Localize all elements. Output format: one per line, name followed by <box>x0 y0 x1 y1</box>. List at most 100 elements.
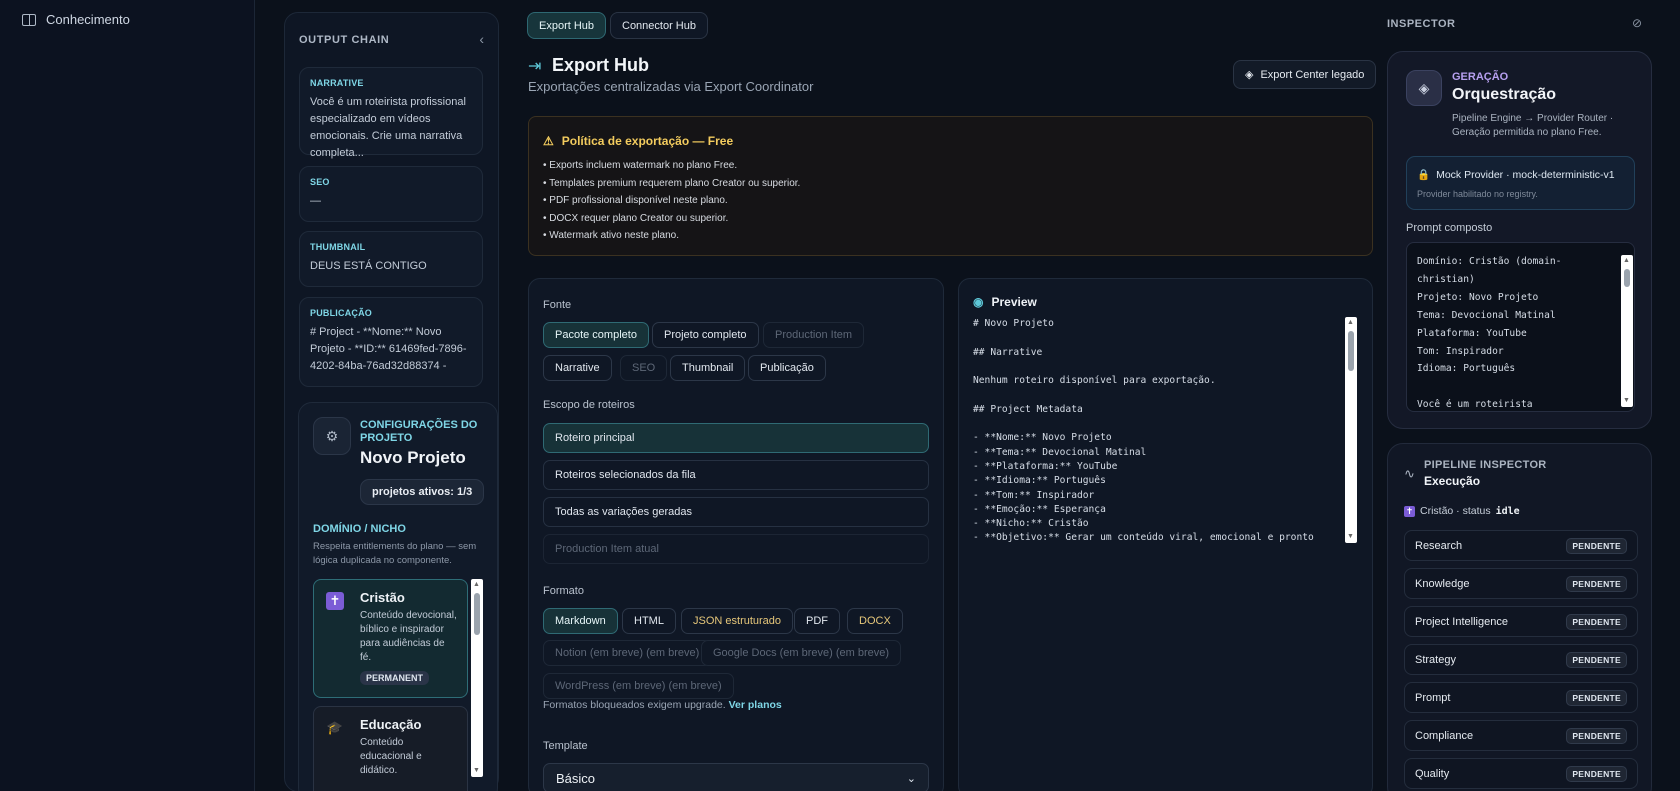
chain-card-seo[interactable]: SEO — <box>299 166 483 222</box>
domain-title: Educação <box>360 717 422 732</box>
activity-icon: ∿ <box>1404 466 1415 481</box>
formato-chip-pdf[interactable]: PDF <box>794 608 840 634</box>
stage-status-badge: PENDENTE <box>1566 689 1627 706</box>
fonte-chip-pacote-completo[interactable]: Pacote completo <box>543 322 649 348</box>
fonte-chip-thumbnail[interactable]: Thumbnail <box>670 355 746 381</box>
chevron-down-icon: ⌄ <box>906 772 916 785</box>
formato-label: Formato <box>543 585 584 597</box>
collapse-chevron-icon[interactable]: ‹ <box>479 31 484 47</box>
tab-export-hub[interactable]: Export Hub <box>527 12 607 39</box>
preview-content: # Novo Projeto ## Narrative Nenhum rotei… <box>973 318 1314 542</box>
legacy-button-label: Export Center legado <box>1260 68 1365 81</box>
stage-status-badge: PENDENTE <box>1566 613 1627 630</box>
status-prefix: Cristão · status <box>1420 505 1491 517</box>
cross-icon: ✝ <box>1404 505 1415 517</box>
formato-chip-json[interactable]: JSON estruturado <box>681 608 794 634</box>
fonte-chip-projeto-completo[interactable]: Projeto completo <box>652 322 759 348</box>
stage-project-intelligence[interactable]: Project Intelligence PENDENTE <box>1404 606 1638 637</box>
chain-card-thumbnail[interactable]: THUMBNAIL DEUS ESTÁ CONTIGO <box>299 231 483 287</box>
policy-list: • Exports incluem watermark no plano Fre… <box>543 157 800 245</box>
preview-panel: ◉ Preview # Novo Projeto ## Narrative Ne… <box>958 278 1373 791</box>
preview-scrollbar[interactable]: ▲ ▼ <box>1345 317 1357 543</box>
left-nav: Conhecimento <box>0 0 255 791</box>
prompt-composto-text: Domínio: Cristão (domain-christian) Proj… <box>1417 256 1562 408</box>
generation-subtitle: GERAÇÃO <box>1452 71 1509 83</box>
cross-icon: ✝ <box>326 592 344 610</box>
chain-card-text: Você é um roteirista profissional especi… <box>310 96 466 159</box>
stage-status-badge: PENDENTE <box>1566 765 1627 782</box>
escopo-option-fila[interactable]: Roteiros selecionados da fila <box>543 460 929 490</box>
fonte-chip-narrative[interactable]: Narrative <box>543 355 612 381</box>
pipeline-subtitle: PIPELINE INSPECTOR <box>1424 459 1547 471</box>
formato-chip-notion[interactable]: Notion (em breve) (em breve) <box>543 640 712 666</box>
book-icon <box>22 13 36 26</box>
escopo-option-production-item[interactable]: Production Item atual <box>543 534 929 564</box>
page-subtitle: Exportações centralizadas via Export Coo… <box>528 79 814 94</box>
export-icon: ⇥ <box>528 58 542 75</box>
policy-item: • Watermark ativo neste plano. <box>543 230 679 242</box>
policy-item: • Templates premium requerem plano Creat… <box>543 177 801 189</box>
template-select[interactable]: Básico ⌄ <box>543 763 929 791</box>
chain-card-text: # Project - **Nome:** Novo Projeto - **I… <box>310 326 467 378</box>
domain-desc: Conteúdo devocional, bíblico e inspirado… <box>360 610 457 663</box>
escopo-option-variacoes[interactable]: Todas as variações geradas <box>543 497 929 527</box>
fonte-chip-seo[interactable]: SEO <box>620 355 668 381</box>
stage-prompt[interactable]: Prompt PENDENTE <box>1404 682 1638 713</box>
prompt-scrollbar[interactable]: ▲ ▼ <box>1621 255 1633 407</box>
chain-card-narrative[interactable]: NARRATIVE Você é um roteirista profissio… <box>299 67 483 159</box>
stage-label: Prompt <box>1415 691 1451 704</box>
stage-label: Compliance <box>1415 729 1474 742</box>
generation-title: Orquestração <box>1452 86 1557 103</box>
nav-item-conhecimento[interactable]: Conhecimento <box>22 12 130 27</box>
fonte-chip-production-item[interactable]: Production Item <box>763 322 865 348</box>
pipeline-inspector-card: ∿ PIPELINE INSPECTOR Execução ✝ Cristão … <box>1387 443 1652 791</box>
mock-provider-title: Mock Provider · mock-deterministic-v1 <box>1436 168 1615 181</box>
pipeline-title: Execução <box>1424 474 1481 488</box>
eye-off-icon[interactable]: ⊘ <box>1632 16 1642 30</box>
project-config-card: ⚙ CONFIGURAÇÕES DO PROJETO Novo Projeto … <box>298 402 498 791</box>
fonte-label: Fonte <box>543 299 572 311</box>
sliders-icon: ⚙ <box>313 417 351 455</box>
upgrade-hint-text: Formatos bloqueados exigem upgrade. <box>543 699 726 711</box>
policy-item: • PDF profissional disponível neste plan… <box>543 195 728 207</box>
export-center-legacy-button[interactable]: ◈ Export Center legado <box>1233 60 1377 89</box>
export-policy-notice: ⚠ Política de exportação — Free • Export… <box>528 116 1373 256</box>
formato-chip-markdown[interactable]: Markdown <box>543 608 618 634</box>
stage-status-badge: PENDENTE <box>1566 727 1627 744</box>
generation-description: Pipeline Engine → Provider Router · Gera… <box>1452 113 1614 138</box>
domain-card-cristao[interactable]: ✝ Cristão Conteúdo devocional, bíblico e… <box>313 579 468 698</box>
upgrade-hint: Formatos bloqueados exigem upgrade. Ver … <box>543 699 782 711</box>
escopo-option-principal[interactable]: Roteiro principal <box>543 423 929 453</box>
eye-icon: ◉ <box>973 295 984 309</box>
fonte-chip-publicacao[interactable]: Publicação <box>748 355 826 381</box>
escopo-label: Escopo de roteiros <box>543 399 635 411</box>
chain-card-text: DEUS ESTÁ CONTIGO <box>310 260 427 272</box>
output-chain-title: OUTPUT CHAIN <box>299 34 390 46</box>
stage-strategy[interactable]: Strategy PENDENTE <box>1404 644 1638 675</box>
stage-label: Strategy <box>1415 653 1456 666</box>
chain-card-publicacao[interactable]: PUBLICAÇÃO # Project - **Nome:** Novo Pr… <box>299 297 483 387</box>
domain-description: Respeita entitlements do plano — sem lóg… <box>313 541 477 566</box>
formato-chip-html[interactable]: HTML <box>622 608 676 634</box>
stage-quality[interactable]: Quality PENDENTE <box>1404 758 1638 789</box>
ver-planos-link[interactable]: Ver planos <box>729 699 782 711</box>
mock-provider-card: 🔒 Mock Provider · mock-deterministic-v1 … <box>1406 156 1635 210</box>
domain-card-educacao[interactable]: 🎓 Educação Conteúdo educacional e didáti… <box>313 706 468 791</box>
stage-compliance[interactable]: Compliance PENDENTE <box>1404 720 1638 751</box>
active-projects-badge: projetos ativos: 1/3 <box>360 479 485 505</box>
domain-list-scrollbar[interactable]: ▲ ▼ <box>471 579 483 777</box>
domain-desc: Conteúdo educacional e didático. <box>360 737 422 776</box>
stage-label: Research <box>1415 539 1463 552</box>
stage-knowledge[interactable]: Knowledge PENDENTE <box>1404 568 1638 599</box>
formato-chip-docx[interactable]: DOCX <box>847 608 903 634</box>
layers-icon: ◈ <box>1245 69 1254 81</box>
generation-card: ◈ GERAÇÃO Orquestração Pipeline Engine →… <box>1387 51 1652 429</box>
formato-chip-google-docs[interactable]: Google Docs (em breve) (em breve) <box>701 640 902 666</box>
formato-chip-wordpress[interactable]: WordPress (em breve) (em breve) <box>543 673 734 699</box>
export-options-panel: Fonte Pacote completo Projeto completo P… <box>528 278 944 791</box>
policy-item: • DOCX requer plano Creator ou superior. <box>543 212 729 224</box>
stage-research[interactable]: Research PENDENTE <box>1404 530 1638 561</box>
mock-provider-desc: Provider habilitado no registry. <box>1417 189 1538 199</box>
tab-connector-hub[interactable]: Connector Hub <box>610 12 708 39</box>
stage-status-badge: PENDENTE <box>1566 575 1627 592</box>
